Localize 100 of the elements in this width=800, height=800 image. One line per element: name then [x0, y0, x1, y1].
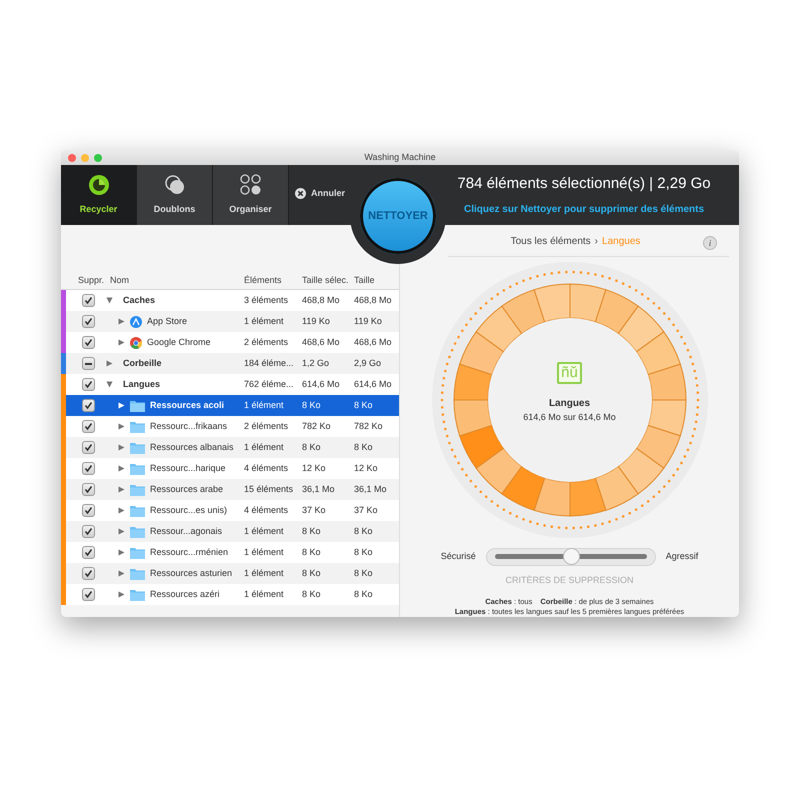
ring-segment	[646, 363, 686, 400]
table-row[interactable]: Ressourc...rménien 1 élément 8 Ko 8 Ko	[61, 542, 399, 563]
slider-track[interactable]	[486, 548, 656, 566]
folder-icon	[130, 588, 145, 600]
checkbox[interactable]	[82, 483, 94, 496]
disclosure-triangle-icon[interactable]	[118, 549, 125, 556]
disclosure-triangle-icon[interactable]	[118, 465, 125, 472]
checkbox[interactable]	[82, 525, 94, 538]
table-cell-text: 12 Ko	[353, 462, 379, 475]
item-name: Caches	[123, 294, 156, 307]
table-row[interactable]: Ressources acoli 1 élément 8 Ko 8 Ko	[61, 395, 399, 416]
disclosure-triangle-icon[interactable]	[118, 402, 125, 409]
disclosure-triangle-icon[interactable]	[118, 486, 125, 493]
checkbox[interactable]	[82, 504, 94, 517]
table-cell-text: 119 Ko	[353, 314, 383, 328]
item-name: Ressources arabe	[150, 482, 224, 496]
item-name: Ressourc...es unis)	[150, 504, 228, 517]
checkbox[interactable]	[82, 336, 94, 349]
column-header[interactable]: Éléments	[240, 274, 298, 288]
disclosure-triangle-icon[interactable]	[118, 339, 125, 346]
column-header[interactable]: Suppr.	[66, 274, 106, 288]
table-cell-text: 1 élément	[243, 588, 285, 601]
info-button[interactable]: i	[703, 236, 718, 250]
column-header[interactable]: Taille	[350, 274, 399, 288]
item-name: Ressourc...harique	[150, 462, 226, 475]
table-cell-text: 184 éléme...	[243, 356, 295, 370]
item-name: Google Chrome	[147, 336, 211, 349]
table-cell-text: 2 éléments	[243, 336, 290, 349]
slider-label: Sécurisé	[440, 550, 476, 563]
category-title: Langues	[548, 397, 590, 412]
table-cell-text: 614,6 Mo	[353, 378, 393, 391]
disclosure-triangle-icon[interactable]	[106, 297, 113, 304]
folder-icon	[130, 504, 145, 516]
disclosure-triangle-icon[interactable]	[106, 381, 113, 388]
toolbar-tab[interactable]: Organiser	[213, 165, 289, 225]
table-cell-text: 1,2 Go	[301, 356, 330, 370]
table-cell-text: 1 élément	[243, 566, 285, 580]
disclosure-triangle-icon[interactable]	[118, 570, 125, 577]
folder-icon	[130, 400, 145, 412]
table-cell-text: 3 éléments	[243, 294, 290, 307]
checkbox[interactable]	[82, 441, 94, 454]
ring-segment	[453, 399, 492, 436]
ring-segment	[569, 477, 606, 516]
disclosure-triangle-icon[interactable]	[118, 528, 125, 535]
item-name: Ressources acoli	[150, 398, 224, 412]
table-cell-text: 8 Ko	[301, 524, 322, 538]
table-row[interactable]: Google Chrome 2 éléments 468,6 Mo 468,6 Mo	[61, 332, 399, 353]
disclosure-triangle-icon[interactable]	[118, 591, 125, 598]
table-cell-text: 4 éléments	[243, 462, 290, 475]
table-cell-text: 762 éléme...	[243, 378, 295, 391]
table-row[interactable]: Langues 762 éléme... 614,6 Mo 614,6 Mo	[61, 374, 399, 395]
checkbox[interactable]	[82, 399, 94, 412]
disclosure-triangle-icon[interactable]	[118, 423, 125, 430]
item-name: Ressourc...frikaans	[150, 420, 228, 433]
checkbox[interactable]	[82, 294, 94, 307]
checkbox[interactable]	[82, 357, 94, 370]
table-row[interactable]: Ressourc...frikaans 2 éléments 782 Ko 782 Ko	[61, 416, 399, 437]
table-cell-text: 468,8 Mo	[353, 294, 393, 307]
checkbox[interactable]	[82, 420, 94, 433]
close-button[interactable]	[68, 154, 76, 162]
checkbox[interactable]	[82, 546, 94, 559]
table-cell-text: 15 éléments	[243, 482, 294, 496]
toolbar-tab[interactable]: Recycler	[61, 165, 137, 225]
disclosure-triangle-icon[interactable]	[118, 318, 125, 325]
folder-icon	[130, 420, 145, 432]
item-name: Langues	[123, 378, 160, 391]
item-name: Ressources albanais	[150, 440, 234, 454]
checkbox[interactable]	[82, 588, 94, 601]
table-row[interactable]: Ressourc...es unis) 4 éléments 37 Ko 37 Ko	[61, 500, 399, 521]
column-header[interactable]: Nom	[106, 274, 240, 288]
ring-segment	[635, 424, 680, 468]
checkbox[interactable]	[82, 567, 94, 580]
toolbar-tab[interactable]: Doublons	[137, 165, 213, 225]
table-cell-text: 8 Ko	[353, 588, 374, 601]
browser-icon	[130, 336, 142, 348]
table-cell-text: 468,6 Mo	[353, 336, 393, 349]
disclosure-triangle-icon[interactable]	[106, 360, 113, 367]
item-name: Ressourc...rménien	[150, 546, 228, 559]
disclosure-triangle-icon[interactable]	[118, 444, 125, 451]
checkbox[interactable]	[82, 462, 94, 475]
folder-icon	[130, 546, 145, 558]
table-row[interactable]: Caches 3 éléments 468,8 Mo 468,8 Mo	[61, 290, 399, 311]
table-row[interactable]: Ressources azéri 1 élément 8 Ko 8 Ko	[61, 584, 399, 605]
column-header[interactable]: Taille sélec.	[298, 274, 350, 288]
item-name: App Store	[147, 314, 188, 328]
table-cell-text: 8 Ko	[301, 588, 322, 601]
ring-segment	[475, 305, 522, 352]
breadcrumb-separator: ›	[594, 234, 598, 249]
hint-text: Cliquez sur Nettoyer pour supprimer des éléments	[464, 202, 704, 217]
checkbox[interactable]	[82, 315, 94, 328]
table-cell-text: 119 Ko	[301, 314, 331, 328]
breadcrumb-link[interactable]: Tous les éléments	[510, 234, 591, 249]
checkbox[interactable]	[82, 378, 94, 391]
disclosure-triangle-icon[interactable]	[118, 507, 125, 514]
cancel-button[interactable]: Annuler	[295, 187, 346, 200]
table-cell-text: 8 Ko	[353, 440, 374, 454]
folder-icon	[130, 484, 145, 496]
ring-segment	[594, 288, 638, 334]
table-row[interactable]: Ressourc...harique 4 éléments 12 Ko 12 Ko	[61, 458, 399, 479]
slider-thumb[interactable]	[562, 548, 580, 565]
